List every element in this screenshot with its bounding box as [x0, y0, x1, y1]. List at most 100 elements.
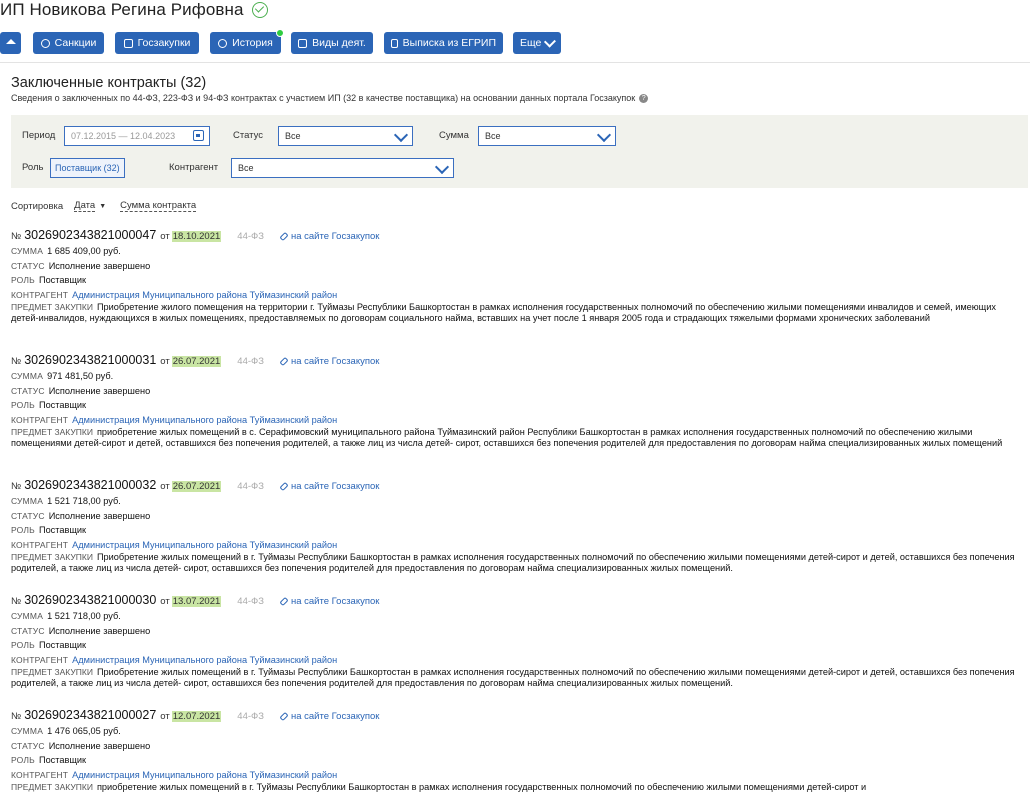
date-prefix: от	[160, 711, 170, 722]
goszakupki-link[interactable]: на сайте Госзакупок	[279, 356, 379, 367]
goszakupki-link[interactable]: на сайте Госзакупок	[279, 481, 379, 492]
contract-card: № 3026902343821000047 от 18.10.2021 44-Ф…	[11, 228, 1026, 323]
sort-label: Сортировка	[11, 200, 64, 212]
status-key: СТАТУС	[11, 740, 45, 751]
contract-number[interactable]: 3026902343821000032	[24, 478, 156, 492]
role-chip[interactable]: Поставщик (32)	[50, 158, 125, 178]
status-row: СТАТУС Исполнение завершено	[11, 509, 1026, 524]
status-key: СТАТУС	[11, 260, 45, 271]
contract-number[interactable]: 3026902343821000027	[24, 708, 156, 722]
counterparty-link[interactable]: Администрация Муниципального района Туйм…	[72, 540, 337, 550]
status-value: Исполнение завершено	[48, 740, 151, 751]
role-value: Поставщик	[38, 525, 87, 536]
sum-value: 1 685 409,00 руб.	[47, 246, 121, 256]
counterparty-link[interactable]: Администрация Муниципального района Туйм…	[72, 655, 337, 665]
status-value: Исполнение завершено	[48, 260, 151, 271]
status-value: Исполнение завершено	[48, 625, 151, 636]
sort-by-date[interactable]: Дата	[74, 200, 96, 212]
contract-header: № 3026902343821000031 от 26.07.2021 44-Ф…	[11, 353, 1026, 369]
title-row: ИП Новикова Регина Рифовна	[0, 0, 268, 20]
counterparty-row: КОНТРАГЕНТ Администрация Муниципального р…	[11, 768, 1026, 783]
period-placeholder: 07.12.2015 — 12.04.2023	[71, 131, 176, 141]
procurement-label: Госзакупки	[137, 37, 191, 49]
sum-value: Все	[485, 131, 501, 141]
counterparty-link[interactable]: Администрация Муниципального района Туйм…	[72, 290, 337, 300]
link-icon	[279, 231, 289, 242]
sum-row: СУММА 1 521 718,00 руб.	[11, 609, 1026, 624]
subject-key: ПРЕДМЕТ ЗАКУПКИ	[11, 427, 93, 438]
activity-types-label: Виды деят.	[312, 37, 366, 49]
goszakupki-link[interactable]: на сайте Госзакупок	[279, 711, 379, 722]
role-value: Поставщик	[38, 640, 87, 651]
status-row: СТАТУС Исполнение завершено	[11, 739, 1026, 754]
counterparty-row: КОНТРАГЕНТ Администрация Муниципального р…	[11, 288, 1026, 303]
role-row: РОЛЬ Поставщик	[11, 523, 1026, 538]
sum-row: СУММА 1 521 718,00 руб.	[11, 494, 1026, 509]
counterparty-row: КОНТРАГЕНТ Администрация Муниципального р…	[11, 653, 1026, 668]
verified-check-icon	[251, 2, 268, 18]
procurement-button[interactable]: Госзакупки	[115, 32, 199, 54]
number-sign: №	[11, 596, 22, 607]
counterparty-key: КОНТРАГЕНТ	[11, 654, 69, 665]
chevron-down-icon	[596, 127, 612, 143]
period-input[interactable]: 07.12.2015 — 12.04.2023	[64, 126, 210, 146]
clock-icon	[218, 38, 228, 48]
status-select[interactable]: Все	[278, 126, 413, 146]
globe-icon	[40, 38, 50, 48]
goszakupki-link[interactable]: на сайте Госзакупок	[279, 596, 379, 607]
more-button[interactable]: Еще	[513, 32, 561, 54]
calendar-icon[interactable]	[193, 130, 204, 141]
document-icon	[391, 38, 398, 48]
contract-number[interactable]: 3026902343821000047	[24, 228, 156, 242]
sum-select[interactable]: Все	[478, 126, 616, 146]
subject-row: ПРЕДМЕТ ЗАКУПКИ Приобретение жилых помеще…	[11, 667, 1026, 687]
contract-number[interactable]: 3026902343821000031	[24, 353, 156, 367]
help-icon[interactable]: ?	[639, 93, 649, 103]
section-subtitle: Сведения о заключенных по 44-ФЗ, 223-ФЗ …	[11, 93, 649, 103]
date-prefix: от	[160, 481, 170, 492]
counterparty-link[interactable]: Администрация Муниципального района Туйм…	[72, 415, 337, 425]
history-button[interactable]: История	[210, 29, 284, 54]
contract-header: № 3026902343821000027 от 12.07.2021 44-Ф…	[11, 708, 1026, 724]
subject-value: приобретение жилых помещений в г. Туймаз…	[96, 782, 867, 793]
home-icon	[5, 38, 16, 44]
goszakupki-link[interactable]: на сайте Госзакупок	[279, 231, 380, 242]
contract-date: 12.07.2021	[171, 711, 222, 722]
egrip-extract-button[interactable]: Выписка из ЕГРИП	[384, 32, 503, 54]
subject-value: Приобретение жилого помещения на террито…	[11, 302, 996, 323]
role-key: РОЛЬ	[11, 525, 35, 536]
number-sign: №	[11, 481, 22, 492]
status-value: Все	[285, 131, 301, 141]
sort-by-sum[interactable]: Сумма контракта	[120, 200, 197, 212]
contract-number[interactable]: 3026902343821000030	[24, 593, 156, 607]
sum-label: Сумма	[439, 130, 469, 141]
counterparty-label: Контрагент	[169, 162, 219, 173]
status-key: СТАТУС	[11, 510, 45, 521]
new-indicator-dot	[276, 29, 284, 37]
status-row: СТАТУС Исполнение завершено	[11, 259, 1026, 274]
counterparty-link[interactable]: Администрация Муниципального района Туйм…	[72, 770, 337, 780]
link-icon	[279, 596, 289, 607]
role-row: РОЛЬ Поставщик	[11, 638, 1026, 653]
list-icon	[298, 38, 308, 48]
role-row: РОЛЬ Поставщик	[11, 753, 1026, 768]
counterparty-key: КОНТРАГЕНТ	[11, 769, 69, 780]
page-header: ИП Новикова Регина Рифовна Санкции Госза…	[0, 0, 1030, 62]
contract-card: № 3026902343821000031 от 26.07.2021 44-Ф…	[11, 353, 1026, 448]
sanctions-button[interactable]: Санкции	[33, 32, 104, 54]
home-button[interactable]	[0, 32, 21, 54]
activity-types-button[interactable]: Виды деят.	[291, 32, 373, 54]
counterparty-select[interactable]: Все	[231, 158, 454, 178]
role-key: РОЛЬ	[11, 755, 35, 766]
contract-card: № 3026902343821000032 от 26.07.2021 44-Ф…	[11, 478, 1026, 573]
subject-key: ПРЕДМЕТ ЗАКУПКИ	[11, 782, 93, 793]
sanctions-label: Санкции	[54, 37, 97, 49]
role-value: Поставщик	[38, 400, 87, 411]
contract-law: 44-ФЗ	[237, 481, 264, 492]
filters-panel: Период 07.12.2015 — 12.04.2023 Статус Вс…	[11, 115, 1028, 188]
contract-law: 44-ФЗ	[237, 596, 264, 607]
role-key: РОЛЬ	[11, 640, 35, 651]
number-sign: №	[11, 231, 22, 242]
goszakupki-link-label: на сайте Госзакупок	[290, 231, 380, 242]
sum-key: СУММА	[11, 611, 44, 621]
